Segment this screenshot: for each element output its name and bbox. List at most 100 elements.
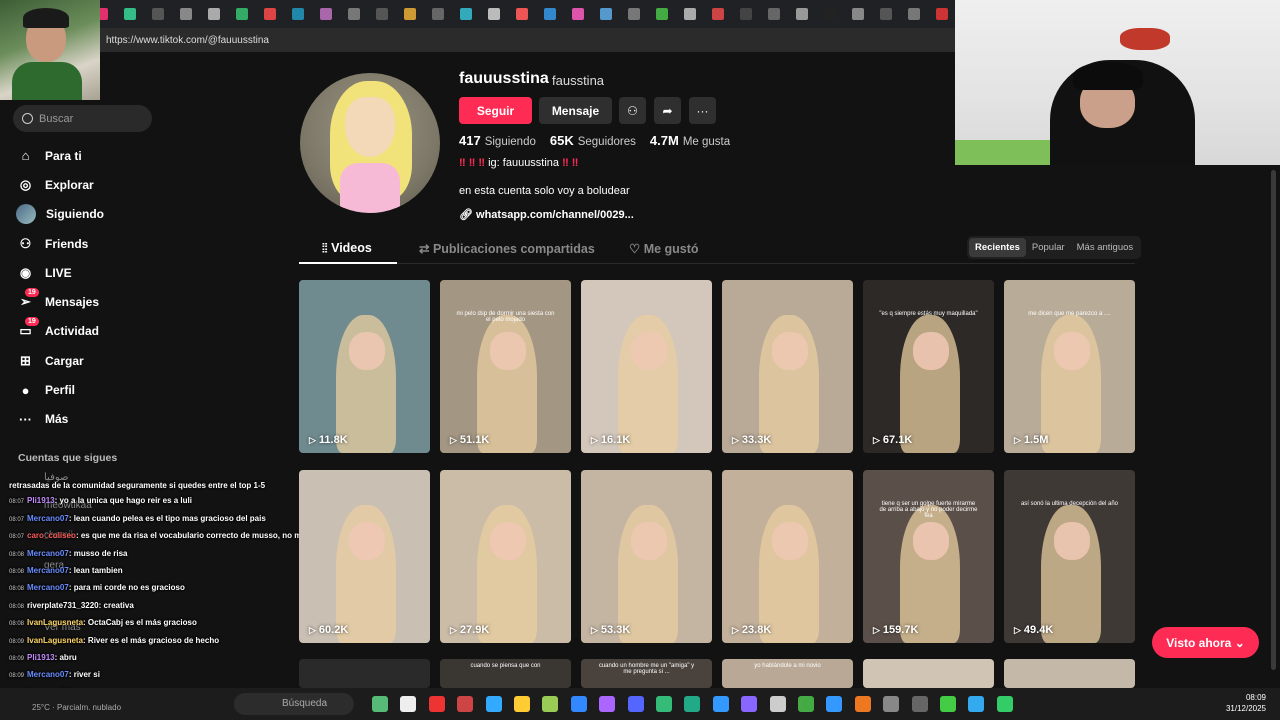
browser-tab-favicon-icon[interactable]	[572, 8, 584, 20]
profile-link[interactable]: 🔗︎ whatsapp.com/channel/0029...	[459, 208, 634, 221]
video-thumbnail[interactable]: cuando se piensa que con	[440, 659, 571, 688]
browser-tab-favicon-icon[interactable]	[824, 8, 836, 20]
taskbar-app-icon[interactable]	[485, 696, 502, 712]
following-stat[interactable]: 417 Siguiendo	[459, 133, 536, 148]
video-thumbnail[interactable]: ▷ 27.9K	[440, 470, 571, 643]
taskbar-app-icon[interactable]	[883, 696, 900, 712]
taskbar-app-icon[interactable]	[428, 696, 445, 712]
browser-tab-favicon-icon[interactable]	[908, 8, 920, 20]
taskbar-app-icon[interactable]	[968, 696, 985, 712]
taskbar-app-icon[interactable]	[996, 696, 1013, 712]
followers-stat[interactable]: 65K Seguidores	[550, 133, 636, 148]
taskbar-app-icon[interactable]	[769, 696, 786, 712]
browser-tab-favicon-icon[interactable]	[628, 8, 640, 20]
browser-tab-favicon-icon[interactable]	[516, 8, 528, 20]
sort-popular[interactable]: Popular	[1026, 238, 1071, 257]
sidebar-item-actividad[interactable]: ▭ 19 Actividad	[16, 316, 166, 346]
sort-recent[interactable]: Recientes	[969, 238, 1026, 257]
video-thumbnail[interactable]: ▷ 33.3K	[722, 280, 853, 453]
browser-tab-strip[interactable]	[0, 0, 960, 28]
video-thumbnail[interactable]: ▷ 16.1K	[581, 280, 712, 453]
taskbar-app-icon[interactable]	[854, 696, 871, 712]
url-text[interactable]: https://www.tiktok.com/@fauuusstina	[106, 35, 269, 46]
browser-tab-favicon-icon[interactable]	[152, 8, 164, 20]
browser-tab-favicon-icon[interactable]	[236, 8, 248, 20]
sidebar-item-siguiendo[interactable]: Siguiendo	[16, 200, 166, 229]
sidebar-item-más[interactable]: ··· Más	[16, 405, 166, 434]
browser-tab-favicon-icon[interactable]	[796, 8, 808, 20]
browser-tab-favicon-icon[interactable]	[320, 8, 332, 20]
taskbar-search[interactable]: Búsqueda	[234, 693, 354, 715]
tab-liked[interactable]: ♡ Me gustó	[629, 241, 699, 256]
video-thumbnail[interactable]	[1004, 659, 1135, 688]
browser-tab-favicon-icon[interactable]	[740, 8, 752, 20]
sidebar-item-friends[interactable]: ⚇ Friends	[16, 229, 166, 258]
sidebar-item-para-ti[interactable]: ⌂ Para ti	[16, 141, 166, 170]
taskbar-app-icon[interactable]	[542, 696, 559, 712]
taskbar-app-icon[interactable]	[627, 696, 644, 712]
tab-shared-posts[interactable]: ⇄ Publicaciones compartidas	[419, 241, 595, 256]
sidebar-item-mensajes[interactable]: ➢ 19 Mensajes	[16, 287, 166, 316]
more-options-button[interactable]: ···	[689, 97, 716, 124]
taskbar-app-icon[interactable]	[741, 696, 758, 712]
follow-button[interactable]: Seguir	[459, 97, 532, 124]
search-input[interactable]: Buscar	[13, 105, 152, 132]
address-bar[interactable]: https://www.tiktok.com/@fauuusstina	[0, 28, 960, 52]
taskbar-app-icon[interactable]	[457, 696, 474, 712]
message-button[interactable]: Mensaje	[539, 97, 612, 124]
browser-tab-favicon-icon[interactable]	[936, 8, 948, 20]
browser-tab-favicon-icon[interactable]	[768, 8, 780, 20]
taskbar-app-icon[interactable]	[684, 696, 701, 712]
browser-tab-favicon-icon[interactable]	[544, 8, 556, 20]
taskbar-clock[interactable]: 08:09 31/12/2025	[1216, 692, 1266, 714]
video-thumbnail[interactable]: "es q siempre estás muy maquillada" ▷ 67.1…	[863, 280, 994, 453]
video-thumbnail[interactable]	[299, 659, 430, 688]
browser-tab-favicon-icon[interactable]	[180, 8, 192, 20]
browser-tab-favicon-icon[interactable]	[124, 8, 136, 20]
video-thumbnail[interactable]: ▷ 23.8K	[722, 470, 853, 643]
browser-tab-favicon-icon[interactable]	[292, 8, 304, 20]
share-button[interactable]: ➦	[654, 97, 681, 124]
browser-tab-favicon-icon[interactable]	[376, 8, 388, 20]
visto-ahora-button[interactable]: Visto ahora ⌄	[1152, 627, 1259, 658]
video-thumbnail[interactable]: yo hablándole a mi novio	[722, 659, 853, 688]
video-thumbnail[interactable]: tiene q ser un golpe fuerte mirarme de a…	[863, 470, 994, 643]
video-thumbnail[interactable]: ▷ 60.2K	[299, 470, 430, 643]
sidebar-item-explorar[interactable]: ◎ Explorar	[16, 170, 166, 199]
taskbar-app-icon[interactable]	[940, 696, 956, 712]
taskbar-app-icon[interactable]	[826, 696, 843, 712]
taskbar-app-icon[interactable]	[400, 696, 417, 712]
taskbar-app-icon[interactable]	[372, 696, 388, 712]
browser-tab-favicon-icon[interactable]	[404, 8, 416, 20]
taskbar-app-icon[interactable]	[911, 696, 928, 712]
add-friend-button[interactable]: ⚇	[619, 97, 646, 124]
video-thumbnail[interactable]: ▷ 11.8K	[299, 280, 430, 453]
sort-oldest[interactable]: Más antiguos	[1071, 238, 1140, 257]
tab-videos[interactable]: ⦙⦙ Videos	[322, 241, 372, 256]
taskbar-app-icon[interactable]	[656, 696, 672, 712]
browser-tab-favicon-icon[interactable]	[600, 8, 612, 20]
browser-tab-favicon-icon[interactable]	[712, 8, 724, 20]
video-thumbnail[interactable]	[863, 659, 994, 688]
video-thumbnail[interactable]: me dicen que me parezco a .... ▷ 1.5M	[1004, 280, 1135, 453]
browser-tab-favicon-icon[interactable]	[208, 8, 220, 20]
video-thumbnail[interactable]: así sonó la ultima decepción del año ▷ 49.…	[1004, 470, 1135, 643]
video-thumbnail[interactable]: mi pelo dsp de dormir una siesta con el …	[440, 280, 571, 453]
browser-tab-favicon-icon[interactable]	[852, 8, 864, 20]
video-thumbnail[interactable]: cuando un hombre me un "amiga" y me preg…	[581, 659, 712, 688]
browser-tab-favicon-icon[interactable]	[460, 8, 472, 20]
sidebar-item-cargar[interactable]: ⊞ Cargar	[16, 346, 166, 375]
browser-tab-favicon-icon[interactable]	[264, 8, 276, 20]
taskbar-app-icon[interactable]	[514, 696, 530, 712]
taskbar-app-icon[interactable]	[599, 696, 616, 712]
browser-tab-favicon-icon[interactable]	[488, 8, 500, 20]
browser-tab-favicon-icon[interactable]	[880, 8, 892, 20]
weather-widget[interactable]: 25°C · Parcialm. nublado	[32, 703, 121, 712]
sidebar-item-perfil[interactable]: ● Perfil	[16, 375, 166, 404]
taskbar-app-icon[interactable]	[570, 696, 587, 712]
page-scrollbar[interactable]	[1271, 170, 1276, 670]
sidebar-item-live[interactable]: ◉ LIVE	[16, 258, 166, 287]
taskbar-app-icon[interactable]	[712, 696, 729, 712]
video-thumbnail[interactable]: ▷ 53.3K	[581, 470, 712, 643]
browser-tab-favicon-icon[interactable]	[432, 8, 444, 20]
